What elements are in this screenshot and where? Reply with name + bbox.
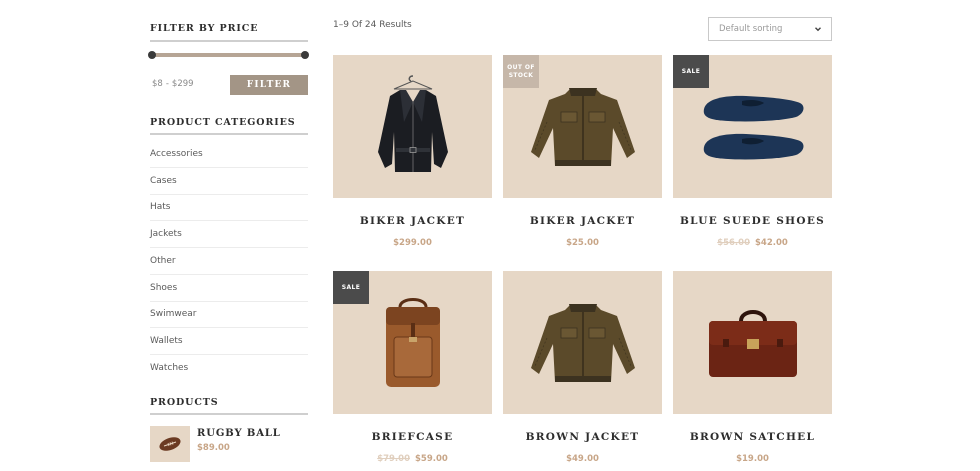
sorting-selected-value: Default sorting [719,24,783,34]
product-price: $59.00 [415,454,448,464]
product-price-row: $299.00 [333,238,492,248]
product-old-price: $79.00 [377,454,410,464]
product-name[interactable]: BLUE SUEDE SHOES [673,215,832,227]
shoes-icon [703,95,803,159]
product-card[interactable]: BIKER JACKET $299.00 [333,55,492,255]
brown-jacket-icon [530,87,635,166]
product-price: $49.00 [566,454,599,464]
price-max: $299 [171,79,194,89]
out-of-stock-badge: OUT OF STOCK [503,55,539,88]
leather-jacket-icon [377,74,448,172]
product-price: $42.00 [755,238,788,248]
product-name[interactable]: BROWN SATCHEL [673,431,832,443]
category-item-other[interactable]: Other [150,248,308,275]
widget-divider [150,40,308,42]
brown-jacket-icon [530,303,635,382]
sidebar-product-price: $89.00 [197,443,230,453]
product-card[interactable]: SALE BRIEFCASE $79.00 $59.00 [333,271,492,471]
sidebar-product-item[interactable]: RUGBY BALL $89.00 [150,426,308,466]
satchel-icon [708,309,797,377]
product-price-row: $79.00 $59.00 [333,454,492,464]
filter-button[interactable]: FILTER [230,75,308,95]
chevron-down-icon [815,27,821,32]
sorting-dropdown[interactable]: Default sorting [708,17,832,41]
products-widget-title: PRODUCTS [150,397,219,408]
sale-badge: SALE [673,55,709,88]
product-image[interactable] [673,271,832,414]
price-range-label: $8- $299 [152,79,194,89]
product-price: $19.00 [736,454,769,464]
filter-by-price-title: FILTER BY PRICE [150,23,259,34]
product-name[interactable]: BRIEFCASE [333,431,492,443]
price-min: $8 [152,79,163,89]
product-card[interactable]: SALE BLUE SUEDE SHOES $56.00 $42.00 [673,55,832,255]
product-name[interactable]: BROWN JACKET [503,431,662,443]
price-slider-max-handle[interactable] [301,51,309,59]
category-item-watches[interactable]: Watches [150,355,308,382]
widget-divider [150,133,308,135]
price-separator: - [165,79,169,89]
product-card[interactable]: OUT OF STOCK BIKER JACKET $25.00 [503,55,662,255]
category-item-jackets[interactable]: Jackets [150,221,308,248]
sale-badge: SALE [333,271,369,304]
category-item-wallets[interactable]: Wallets [150,328,308,355]
price-slider-min-handle[interactable] [148,51,156,59]
widget-divider [150,413,308,415]
product-image[interactable] [333,55,492,198]
backpack-icon [385,297,440,387]
category-item-accessories[interactable]: Accessories [150,141,308,168]
rugby-ball-icon [159,437,181,451]
category-list: Accessories Cases Hats Jackets Other Sho… [150,141,308,382]
sidebar-product-name[interactable]: RUGBY BALL [197,428,281,439]
product-old-price: $56.00 [717,238,750,248]
results-count: 1–9 Of 24 Results [333,20,412,30]
product-price: $299.00 [393,238,432,248]
product-name[interactable]: BIKER JACKET [333,215,492,227]
product-card[interactable]: BROWN SATCHEL $19.00 [673,271,832,471]
product-card[interactable]: BROWN JACKET $49.00 [503,271,662,471]
product-price-row: $25.00 [503,238,662,248]
product-name[interactable]: BIKER JACKET [503,215,662,227]
product-thumbnail[interactable] [150,426,190,462]
product-categories-title: PRODUCT CATEGORIES [150,117,296,128]
category-item-swimwear[interactable]: Swimwear [150,302,308,329]
category-item-cases[interactable]: Cases [150,168,308,195]
product-image[interactable] [503,271,662,414]
product-price: $25.00 [566,238,599,248]
category-item-hats[interactable]: Hats [150,195,308,222]
price-slider-track[interactable] [152,53,305,57]
product-price-row: $49.00 [503,454,662,464]
product-price-row: $56.00 $42.00 [673,238,832,248]
category-item-shoes[interactable]: Shoes [150,275,308,302]
product-price-row: $19.00 [673,454,832,464]
